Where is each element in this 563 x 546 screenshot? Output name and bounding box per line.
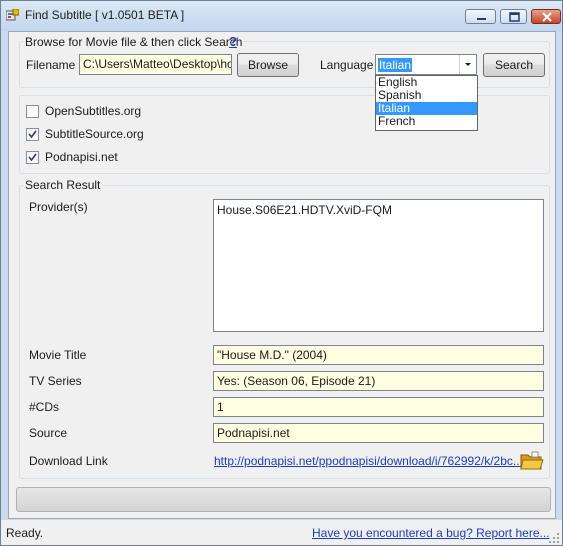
chevron-down-icon: [465, 63, 471, 66]
movie-title-field[interactable]: "House M.D." (2004): [213, 345, 544, 365]
minimize-icon: [477, 18, 486, 20]
language-select[interactable]: Italian: [375, 54, 477, 75]
tv-series-label: TV Series: [29, 374, 82, 388]
cds-field[interactable]: 1: [213, 397, 544, 417]
cds-label: #CDs: [29, 400, 60, 414]
find-subtitle-window: Find Subtitle [ v1.0501 BETA ] Browse fo…: [0, 0, 563, 546]
language-dropdown-list: English Spanish Italian French: [375, 75, 478, 131]
providers-label: Provider(s): [29, 200, 88, 214]
language-label: Language: [320, 58, 374, 72]
checkmark-icon: [28, 130, 37, 139]
language-option-french[interactable]: French: [376, 115, 477, 128]
opensubtitles-label: OpenSubtitles.org: [45, 104, 142, 118]
providers-listbox[interactable]: House.S06E21.HDTV.XviD-FQM: [213, 199, 544, 332]
filename-label: Filename: [26, 58, 76, 72]
close-button[interactable]: [531, 9, 561, 24]
status-bar: Ready. Have you encountered a bug? Repor…: [1, 519, 562, 545]
main-panel: Browse for Movie file & then click Searc…: [8, 31, 556, 519]
movie-title-label: Movie Title: [29, 348, 87, 362]
app-icon: [6, 9, 19, 21]
subtitlesource-checkbox[interactable]: [26, 128, 39, 141]
download-link-label: Download Link: [29, 454, 108, 468]
window-title: Find Subtitle [ v1.0501 BETA ]: [25, 8, 185, 22]
podnapisi-label: Podnapisi.net: [45, 150, 118, 164]
download-link[interactable]: http://podnapisi.net/ppodnapisi/download…: [214, 454, 523, 468]
search-progress-bar: [16, 487, 551, 512]
language-dropdown-arrow[interactable]: [459, 55, 476, 74]
source-field[interactable]: Podnapisi.net: [213, 423, 544, 443]
search-result-legend: Search Result: [23, 178, 103, 192]
close-icon: [542, 12, 552, 22]
search-button[interactable]: Search: [483, 53, 545, 77]
report-bug-link[interactable]: Have you encountered a bug? Report here.…: [312, 526, 550, 540]
language-selected-value: Italian: [378, 58, 413, 72]
browse-group-legend: Browse for Movie file & then click Searc…: [23, 35, 245, 49]
maximize-button[interactable]: [500, 9, 527, 24]
maximize-icon: [509, 12, 520, 22]
status-text: Ready.: [6, 526, 44, 540]
subtitlesource-label: SubtitleSource.org: [45, 127, 144, 141]
resize-grip-icon[interactable]: [549, 533, 560, 544]
title-bar[interactable]: Find Subtitle [ v1.0501 BETA ]: [1, 1, 562, 31]
minimize-button[interactable]: [465, 9, 496, 24]
filename-field[interactable]: C:\Users\Matteo\Desktop\house: [79, 54, 232, 75]
opensubtitles-checkbox[interactable]: [26, 105, 39, 118]
help-link[interactable]: ?: [229, 34, 237, 49]
tv-series-field[interactable]: Yes: (Season 06, Episode 21): [213, 371, 544, 391]
open-folder-icon[interactable]: [520, 451, 544, 471]
list-item[interactable]: House.S06E21.HDTV.XviD-FQM: [217, 203, 540, 217]
source-label: Source: [29, 426, 68, 440]
podnapisi-checkbox[interactable]: [26, 151, 39, 164]
browse-button[interactable]: Browse: [237, 53, 299, 77]
checkmark-icon: [28, 153, 37, 162]
